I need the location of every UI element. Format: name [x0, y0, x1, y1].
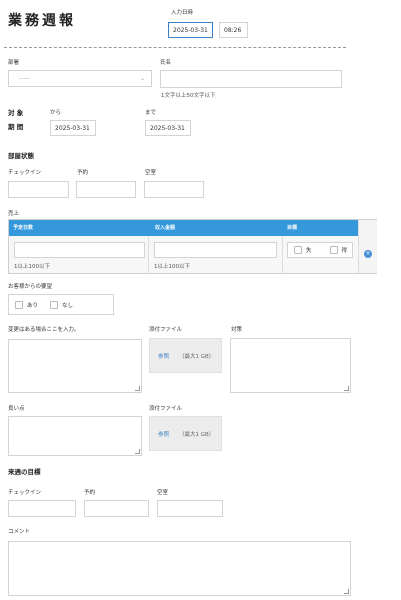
checkin-label: チェックイン — [8, 170, 42, 176]
max-size-1: （最大1 GB） — [179, 353, 215, 360]
option-a-checkbox[interactable] — [294, 246, 302, 254]
changes-label: 変更はある場合ここを入力。 — [8, 327, 80, 333]
resize-handle[interactable] — [344, 386, 349, 391]
name-label: 氏名 — [160, 60, 172, 66]
period-label-2: 期 間 — [8, 123, 24, 131]
resize-handle[interactable] — [135, 386, 140, 391]
chevron-down-icon: ⌄ — [139, 75, 145, 82]
from-date-field[interactable]: 2025-03-31 — [50, 120, 96, 136]
header-divider — [4, 47, 346, 48]
option-b-checkbox[interactable] — [329, 246, 338, 254]
next-week-title: 来週の目標 — [8, 468, 41, 476]
next-reserved-label: 予約 — [84, 490, 96, 496]
issues-label: 良い点 — [8, 406, 25, 412]
next-checkin-label: チェックイン — [8, 490, 42, 496]
from-label: から — [50, 110, 62, 116]
col-plan-header: 予定日数 — [13, 225, 34, 231]
next-vacant-label: 空室 — [157, 490, 169, 496]
reserved-label: 予約 — [77, 170, 89, 176]
department-value: ----- — [19, 75, 30, 82]
changes-textarea[interactable] — [8, 339, 142, 393]
to-label: まで — [145, 110, 157, 116]
request-yes-label: あり — [27, 302, 39, 309]
sales-title: 売上 — [8, 211, 20, 217]
issues-textarea[interactable] — [8, 416, 142, 456]
period-label-1: 対 象 — [8, 109, 24, 117]
checkin-input[interactable] — [8, 181, 69, 198]
next-vacant-input[interactable] — [157, 500, 223, 517]
department-select[interactable]: ----- ⌄ — [8, 70, 152, 87]
department-label: 部署 — [8, 60, 20, 66]
page-title: 業務週報 — [8, 13, 76, 29]
vacant-label: 空室 — [145, 170, 157, 176]
next-checkin-input[interactable] — [8, 500, 76, 517]
income-input[interactable] — [154, 242, 277, 258]
name-hint: 1文字以上50文字以下 — [161, 93, 216, 99]
reserved-input[interactable] — [76, 181, 136, 198]
plan-input[interactable] — [14, 242, 145, 258]
input-time-field[interactable]: 08:26 — [219, 22, 248, 38]
response-label: 対策 — [231, 327, 243, 333]
browse-button-1[interactable]: 参照 — [158, 352, 169, 360]
attach-label-2: 添付ファイル — [149, 406, 183, 412]
request-no-label: なし — [62, 302, 74, 309]
col-income-header: 収入金額 — [155, 225, 176, 231]
add-row-icon[interactable]: + — [364, 250, 372, 258]
file-dropzone-2[interactable]: 参照 （最大1 GB） — [149, 416, 222, 451]
vacant-input[interactable] — [144, 181, 204, 198]
comment-label: コメント — [8, 529, 31, 535]
next-reserved-input[interactable] — [84, 500, 149, 517]
browse-button-2[interactable]: 参照 — [158, 430, 169, 438]
max-size-2: （最大1 GB） — [179, 431, 215, 438]
target-options: 失 得 — [287, 242, 353, 258]
attach-label-1: 添付ファイル — [149, 327, 183, 333]
sales-table-header: 予定日数 収入金額 目標 — [9, 220, 358, 236]
room-status-title: 部屋状態 — [8, 152, 34, 160]
to-date-field[interactable]: 2025-03-31 — [145, 120, 191, 136]
requests-title: お客様からの要望 — [8, 284, 53, 290]
resize-handle[interactable] — [135, 449, 140, 454]
resize-handle[interactable] — [344, 589, 349, 594]
input-datetime-label: 入力日時 — [171, 10, 194, 16]
request-no-checkbox[interactable] — [50, 300, 59, 309]
sales-table: 予定日数 収入金額 目標 1以上100以下 1以上100以下 失 得 + — [8, 219, 377, 274]
name-input[interactable] — [160, 70, 342, 88]
option-b-label: 得 — [341, 248, 348, 254]
comment-textarea[interactable] — [8, 541, 351, 596]
file-dropzone-1[interactable]: 参照 （最大1 GB） — [149, 338, 222, 373]
input-date-field[interactable]: 2025-03-31 — [168, 22, 213, 38]
request-yes-checkbox[interactable] — [15, 300, 23, 309]
plan-hint: 1以上100以下 — [14, 264, 50, 270]
response-textarea[interactable] — [230, 338, 351, 393]
requests-radio-group: あり なし — [8, 294, 114, 315]
income-hint: 1以上100以下 — [154, 264, 190, 270]
option-a-label: 失 — [306, 248, 312, 254]
col-other-header: 目標 — [287, 225, 298, 231]
row-action-cell — [358, 220, 377, 273]
